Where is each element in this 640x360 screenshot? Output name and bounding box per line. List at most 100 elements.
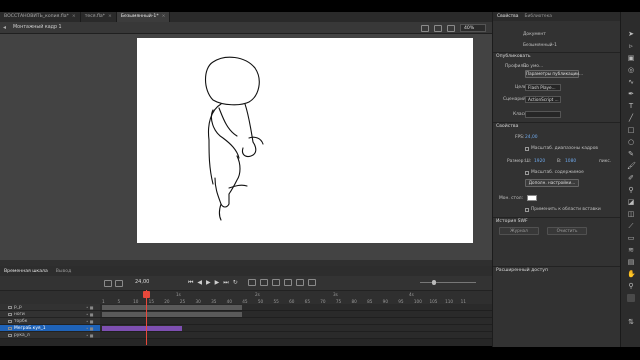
text-tool-icon[interactable]: T [627,102,635,110]
layer-row[interactable]: р_р • ■ [0,304,492,311]
stroke-color-icon[interactable] [627,294,635,302]
apply-paste-checkbox[interactable] [525,208,529,212]
go-to-first-icon[interactable]: ⏮ [188,279,193,287]
second-mark: 1s [176,292,181,297]
class-input[interactable] [525,111,561,118]
props-section[interactable]: Свойства [496,124,518,129]
layer-row[interactable]: ноги • ■ [0,311,492,318]
stage-canvas[interactable] [137,38,473,243]
access-section[interactable]: Расширенный доступ [496,268,548,273]
tween-icon[interactable] [308,279,316,286]
zoom-select[interactable]: 40% [460,24,486,32]
step-back-icon[interactable]: ◀ [197,279,202,287]
layer-visibility-lock-icon[interactable]: • ■ [86,311,93,318]
rectangle-tool-icon[interactable]: □ [627,126,635,134]
zoom-slider-thumb[interactable] [432,280,436,285]
ink-bottle-tool-icon[interactable]: ◫ [627,210,635,218]
layer-visibility-lock-icon[interactable]: • ■ [86,318,93,325]
log-button[interactable]: Журнал [499,227,539,235]
crop-icon[interactable] [447,24,455,32]
width-value[interactable]: 1920 [534,159,545,164]
3d-rotate-tool-icon[interactable]: ◎ [627,66,635,74]
scale-spans-checkbox[interactable] [525,147,529,151]
script-select[interactable]: ActionScript ... [525,96,561,103]
layer-frames[interactable] [100,325,492,332]
line-tool-icon[interactable]: ╱ [627,114,635,122]
layer-frames[interactable] [100,311,492,318]
selection-tool-icon[interactable]: ➤ [627,30,635,38]
transform-tool-icon[interactable]: ▣ [627,54,635,62]
playhead[interactable] [146,290,147,345]
layer-visibility-lock-icon[interactable]: • ■ [86,304,93,311]
layer-frames[interactable] [100,318,492,325]
timeline-ruler[interactable]: 1 5 10 15 20 25 30 35 40 45 50 55 60 65 70 75 80 85 90 95 10… [0,290,492,304]
oval-tool-icon[interactable]: ○ [627,138,635,146]
scale-content-checkbox[interactable] [525,171,529,175]
timeline-fps[interactable]: 24,00 [135,279,149,285]
close-icon[interactable]: × [162,12,166,22]
clear-button[interactable]: Очистить [547,227,587,235]
more-settings-button[interactable]: Дополн. настройки... [525,179,579,187]
edit-multiple-frames-icon[interactable] [272,279,280,286]
layer-name[interactable]: МеграБ.куя_1 [14,325,46,332]
paint-brush-tool-icon[interactable]: ✐ [627,174,635,182]
back-arrow-icon[interactable]: ◂ [3,24,11,31]
swap-colors-icon[interactable]: ⇅ [627,318,635,326]
layer-frames[interactable] [100,332,492,339]
zoom-slider[interactable] [420,282,476,283]
tab-properties[interactable]: Свойства [497,14,518,19]
fps-value[interactable]: 24,00 [525,135,538,140]
loop-icon[interactable]: ↻ [233,279,238,287]
doc-tab-1[interactable]: теся.fla* × [81,12,117,22]
play-icon[interactable]: ▶ [206,279,211,287]
edit-symbol-icon[interactable] [434,24,442,32]
insert-blank-keyframe-icon[interactable] [296,279,304,286]
hand-tool-icon[interactable]: ✋ [627,270,636,278]
tab-timeline[interactable]: Временная шкала [0,269,52,274]
pencil-tool-icon[interactable]: ✎ [627,150,635,158]
layer-depth-icon[interactable] [115,279,123,287]
subselection-tool-icon[interactable]: ▹ [627,42,635,50]
height-value[interactable]: 1080 [565,159,576,164]
publish-settings-button[interactable]: Параметры публикации... [525,70,583,78]
tab-library[interactable]: Библиотека [524,14,552,19]
profile-value[interactable]: По умо... [523,64,543,69]
layer-visibility-lock-icon[interactable]: • ■ [86,332,93,339]
layer-name[interactable]: ноги [14,311,25,318]
camera-tool-icon[interactable]: ▤ [627,258,635,266]
width-tool-icon[interactable]: ≋ [627,246,635,254]
layer-name[interactable]: торбк [14,318,27,325]
camera-icon[interactable] [104,279,112,287]
close-icon[interactable]: × [72,12,76,22]
doc-tab-2[interactable]: Безымянный-1* × [116,12,171,22]
brush-tool-icon[interactable]: 🖌 [627,162,636,170]
edit-scene-icon[interactable] [421,24,429,32]
history-section[interactable]: История SWF [496,219,528,224]
pen-tool-icon[interactable]: ✒ [627,90,635,98]
onion-skin-icon[interactable] [248,279,256,286]
layer-row[interactable]: рука_л • ■ [0,332,492,339]
bone-tool-icon[interactable]: ⚲ [627,186,635,194]
paint-bucket-tool-icon[interactable]: ◪ [627,198,635,206]
lasso-tool-icon[interactable]: ∿ [627,78,635,86]
layer-row-selected[interactable]: МеграБ.куя_1 • ■ [0,325,492,332]
stage-color-swatch[interactable] [527,195,537,201]
onion-outline-icon[interactable] [260,279,268,286]
go-to-last-icon[interactable]: ⏭ [223,279,228,287]
layer-visibility-lock-icon[interactable]: • ■ [86,325,93,332]
playhead-handle[interactable] [143,291,150,298]
layer-row[interactable]: торбк • ■ [0,318,492,325]
step-forward-icon[interactable]: ▶ [215,279,220,287]
close-icon[interactable]: × [108,12,112,22]
eraser-tool-icon[interactable]: ▭ [627,234,635,242]
publish-section[interactable]: Опубликовать [496,54,531,59]
eyedropper-tool-icon[interactable]: ⟋ [627,222,635,230]
doc-tab-0[interactable]: ВОССТАНОВИТЬ_копия.fla* × [0,12,81,22]
insert-keyframe-icon[interactable] [284,279,292,286]
tab-output[interactable]: Вывод [52,269,75,274]
layer-name[interactable]: р_р [14,304,22,311]
layer-name[interactable]: рука_л [14,332,30,339]
zoom-tool-icon[interactable]: ⚲ [627,282,635,290]
target-select[interactable]: Flash Playe... [525,84,561,91]
layer-frames[interactable] [100,304,492,311]
